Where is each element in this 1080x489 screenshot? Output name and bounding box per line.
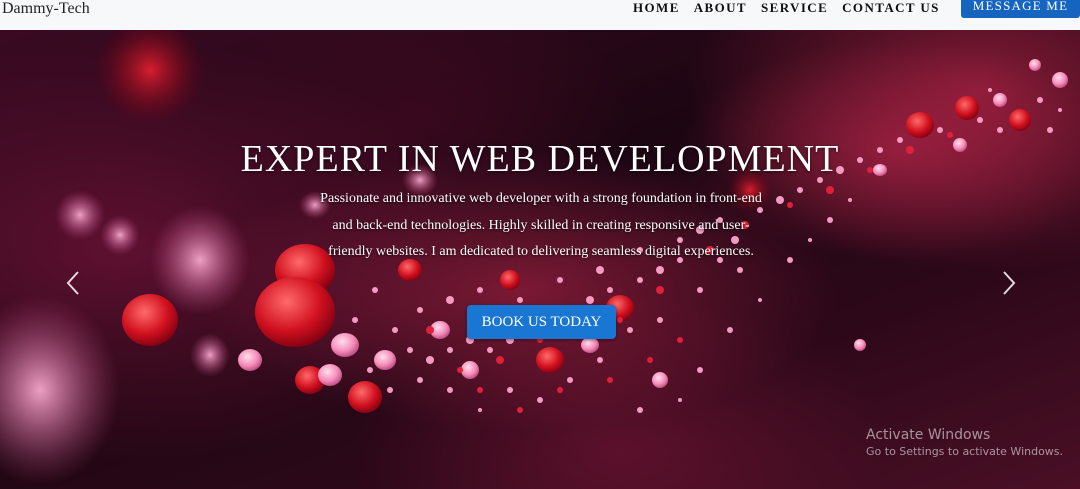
message-me-button[interactable]: MESSAGE ME bbox=[961, 0, 1080, 18]
hero-carousel: EXPERT IN WEB DEVELOPMENT Passionate and… bbox=[0, 30, 1080, 489]
nav-about-link[interactable]: ABOUT bbox=[694, 0, 747, 15]
nav-service-link[interactable]: SERVICE bbox=[761, 0, 828, 15]
hero-description: Passionate and innovative web developer … bbox=[320, 191, 762, 259]
book-us-today-button[interactable]: BOOK US TODAY bbox=[467, 305, 616, 339]
nav-links: HOME ABOUT SERVICE CONTACT US bbox=[633, 0, 940, 15]
carousel-prev-button[interactable] bbox=[62, 268, 86, 298]
watermark-title: Activate Windows bbox=[866, 427, 991, 443]
activate-windows-watermark: Activate Windows Go to Settings to activ… bbox=[866, 426, 1063, 460]
hero-title: EXPERT IN WEB DEVELOPMENT bbox=[240, 138, 840, 180]
watermark-subtitle: Go to Settings to activate Windows. bbox=[866, 445, 1064, 458]
brand-logo[interactable]: Dammy-Tech bbox=[2, 0, 90, 18]
navbar: Dammy-Tech HOME ABOUT SERVICE CONTACT US… bbox=[0, 0, 1080, 30]
chevron-left-icon bbox=[66, 271, 79, 295]
nav-home-link[interactable]: HOME bbox=[633, 0, 680, 15]
chevron-right-icon bbox=[1003, 271, 1016, 295]
nav-contact-link[interactable]: CONTACT US bbox=[842, 0, 940, 15]
carousel-next-button[interactable] bbox=[996, 268, 1020, 298]
